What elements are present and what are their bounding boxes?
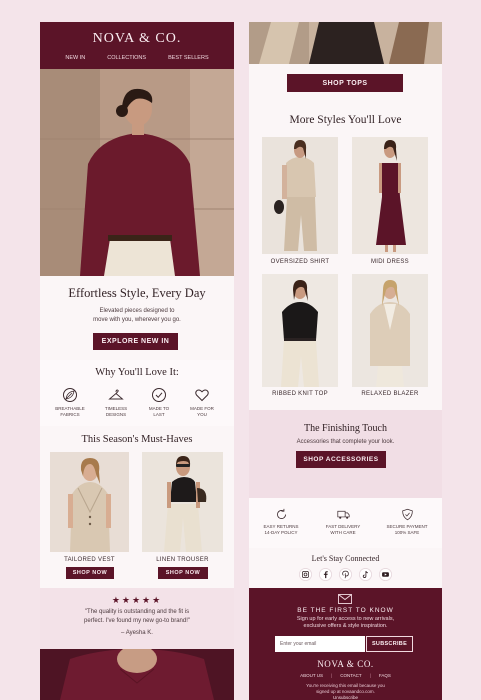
instagram-icon[interactable] xyxy=(299,568,312,581)
envelope-icon xyxy=(338,594,352,604)
review-quote-line-2: perfect. I've found my new go-to brand!" xyxy=(84,618,190,624)
why-item-you: MADE FOR YOU xyxy=(184,387,220,418)
feature-returns: EASY RETURNS 14-DAY POLICY xyxy=(257,508,305,536)
connected-title: Let's Stay Connected xyxy=(311,554,380,563)
review-quote-line-1: "The quality is outstanding and the fit … xyxy=(84,609,190,615)
why-label-3b: LAST xyxy=(153,412,165,417)
review-section: ★★★★★ "The quality is outstanding and th… xyxy=(40,588,234,649)
footer-link-contact[interactable]: CONTACT xyxy=(340,673,361,678)
feature-payment: SECURE PAYMENT 100% SAFE xyxy=(381,508,433,536)
shop-now-button-vest[interactable]: SHOP NOW xyxy=(66,567,114,579)
email-left-column: NOVA & CO. NEW IN COLLECTIONS BEST SELLE… xyxy=(40,22,234,700)
footer-divider-1: | xyxy=(331,673,333,678)
footer-divider-2: | xyxy=(369,673,371,678)
bottom-banner-image[interactable] xyxy=(40,649,234,700)
email-input[interactable]: Enter your email xyxy=(275,636,365,652)
grid-name-ribbed-knit-top: RIBBED KNIT TOP xyxy=(272,391,328,397)
shop-tops-button[interactable]: SHOP TOPS xyxy=(287,74,403,92)
hero-subtitle-line-2: move with you, wherever you go. xyxy=(93,317,181,323)
subscribe-button[interactable]: SUBSCRIBE xyxy=(366,636,413,652)
more-styles-title: More Styles You'll Love xyxy=(289,114,402,126)
social-row xyxy=(249,568,442,581)
heart-icon xyxy=(195,389,209,402)
finishing-subtitle: Accessories that complete your look. xyxy=(296,439,395,445)
feature-payment-line-2: 100% SAFE xyxy=(394,530,420,535)
nav-bar: NEW IN COLLECTIONS BEST SELLERS xyxy=(40,55,234,61)
review-author: – Ayesha K. xyxy=(121,630,153,636)
nav-item-collections[interactable]: COLLECTIONS xyxy=(107,55,146,61)
newsletter-line-1: Sign up for early access to new arrivals… xyxy=(296,616,395,622)
hanger-icon xyxy=(108,389,124,400)
grid-name-relaxed-blazer: RELAXED BLAZER xyxy=(361,391,419,397)
footer-link-faqs[interactable]: FAQS xyxy=(379,673,391,678)
hero-image[interactable] xyxy=(40,69,234,276)
why-item-fabrics: BREATHABLE FABRICS xyxy=(52,387,88,418)
grid-image-ribbed-knit-top[interactable] xyxy=(262,274,338,387)
rating-stars: ★★★★★ xyxy=(111,595,163,605)
check-circle-icon xyxy=(152,388,166,402)
feature-delivery: FAST DELIVERY WITH CARE xyxy=(319,508,367,536)
nav-item-new-in[interactable]: NEW IN xyxy=(65,55,85,61)
brand-logo[interactable]: NOVA & CO. xyxy=(40,31,234,47)
footer-brand[interactable]: NOVA & CO. xyxy=(249,659,442,669)
hero-subtitle-line-1: Elevated pieces designed to xyxy=(99,308,175,314)
newsletter-title: BE THE FIRST TO KNOW xyxy=(297,607,394,614)
newsletter-line-2: exclusive offers & style inspiration. xyxy=(303,623,388,629)
grid-image-relaxed-blazer[interactable] xyxy=(352,274,428,387)
why-title: Why You'll Love It: xyxy=(95,367,179,378)
finishing-title: The Finishing Touch xyxy=(303,423,387,434)
youtube-icon[interactable] xyxy=(379,568,392,581)
grid-name-midi-dress: MIDI DRESS xyxy=(370,259,409,265)
facebook-icon[interactable] xyxy=(319,568,332,581)
why-section: Why You'll Love It: BREATHABLE FABRICS T… xyxy=(40,360,234,426)
shield-icon xyxy=(401,508,413,521)
why-label-1b: FABRICS xyxy=(60,412,80,417)
product-image-linen-trouser[interactable] xyxy=(142,452,223,552)
product-name-tailored-vest: TAILORED VEST xyxy=(64,557,115,563)
shop-accessories-button[interactable]: SHOP ACCESSORIES xyxy=(296,451,386,468)
why-label-2b: DESIGNS xyxy=(105,412,127,417)
unsubscribe-link[interactable]: Unsubscribe xyxy=(249,695,442,700)
top-banner-image[interactable] xyxy=(249,22,442,64)
feature-returns-line-2: 14-DAY POLICY xyxy=(264,530,298,535)
tiktok-icon[interactable] xyxy=(359,568,372,581)
product-image-tailored-vest[interactable] xyxy=(50,452,129,552)
why-label-4b: YOU xyxy=(197,412,207,417)
shop-now-button-trouser[interactable]: SHOP NOW xyxy=(158,567,208,579)
feature-delivery-line-2: WITH CARE xyxy=(330,530,356,535)
must-haves-title: This Season's Must-Haves xyxy=(81,434,193,445)
nav-item-best-sellers[interactable]: BEST SELLERS xyxy=(168,55,209,61)
hero-title: Effortless Style, Every Day xyxy=(68,286,206,300)
explore-new-in-button[interactable]: EXPLORE NEW IN xyxy=(93,333,178,350)
grid-image-oversized-shirt[interactable] xyxy=(262,137,338,254)
why-item-last: MADE TO LAST xyxy=(141,387,177,418)
leaf-icon xyxy=(63,388,77,402)
why-item-designs: TIMELESS DESIGNS xyxy=(98,387,134,418)
footer-links: ABOUT US | CONTACT | FAQS xyxy=(249,673,442,678)
footer-link-about[interactable]: ABOUT US xyxy=(300,673,323,678)
product-name-linen-trouser: LINEN TROUSER xyxy=(156,557,209,563)
returns-icon xyxy=(276,508,286,519)
newsletter-section: BE THE FIRST TO KNOW Sign up for early a… xyxy=(249,588,442,700)
finishing-section: The Finishing Touch Accessories that com… xyxy=(249,410,442,498)
truck-icon xyxy=(336,510,350,519)
pinterest-icon[interactable] xyxy=(339,568,352,581)
grid-image-midi-dress[interactable] xyxy=(352,137,428,254)
features-row: EASY RETURNS 14-DAY POLICY FAST DELIVERY… xyxy=(249,498,442,548)
grid-name-oversized-shirt: OVERSIZED SHIRT xyxy=(270,259,330,265)
header-bar: NOVA & CO. NEW IN COLLECTIONS BEST SELLE… xyxy=(40,22,234,69)
email-right-column: SHOP TOPS More Styles You'll Love OVERSI… xyxy=(249,22,442,700)
